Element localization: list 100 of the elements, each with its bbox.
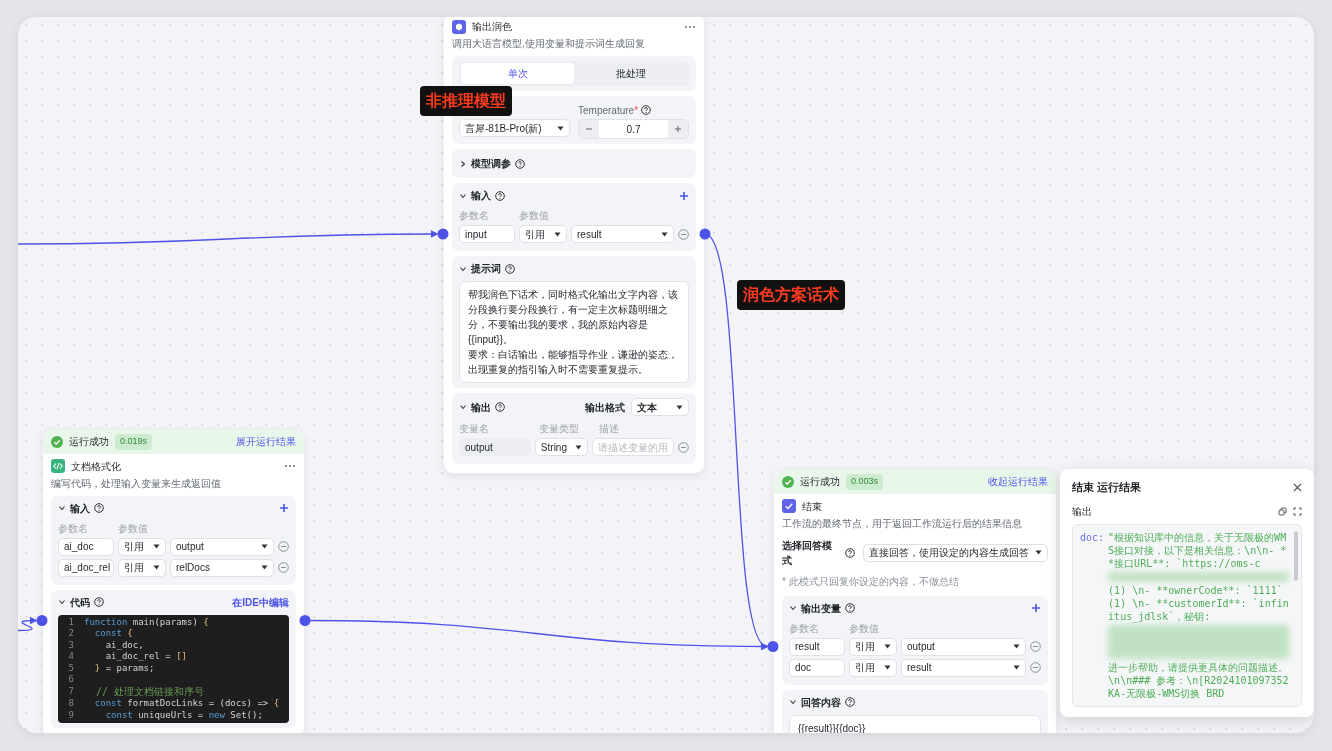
field-label: Temperature [578, 103, 635, 118]
mode-tab[interactable]: 单次 [461, 63, 574, 84]
help-icon [515, 158, 525, 169]
result-toggle-link[interactable]: 收起运行结果 [988, 474, 1048, 490]
line-number: 3 [67, 639, 75, 651]
dropdown[interactable]: result [571, 225, 674, 243]
remove-icon[interactable] [278, 562, 289, 573]
more-icon[interactable] [284, 464, 296, 468]
line-number: 7 [67, 685, 75, 698]
chevron-icon[interactable] [459, 159, 467, 168]
caret-icon [884, 644, 891, 649]
dropdown[interactable]: 引用 [118, 558, 166, 577]
mode-tab[interactable]: 批处理 [574, 63, 687, 84]
input-field[interactable]: ai_doc_rel [58, 558, 114, 577]
add-icon[interactable] [679, 190, 689, 201]
add-icon[interactable] [279, 503, 289, 513]
chevron-icon[interactable] [58, 504, 66, 512]
add-icon[interactable] [1031, 603, 1041, 613]
section-title: 提示词 [471, 262, 501, 276]
caret-icon [557, 125, 564, 131]
dropdown[interactable]: output [170, 537, 274, 556]
connection-port[interactable] [299, 615, 311, 626]
input-field[interactable]: output [459, 438, 531, 456]
close-icon[interactable] [1293, 482, 1302, 492]
caret-icon [884, 665, 891, 670]
chevron-icon[interactable] [459, 403, 467, 411]
code-line: const { [93, 628, 133, 640]
answer-field[interactable]: {{result}}{{doc}} [789, 714, 1041, 733]
remove-icon[interactable] [1030, 662, 1041, 673]
caret-icon [153, 565, 160, 570]
status-text: 运行成功 [800, 475, 840, 490]
prompt-field[interactable]: 帮我润色下话术，同时格式化输出文字内容，该分段换行要分段换行，有一定主次标题明细之分，不要输出我的要求，我的原始内容是{{input}}。 要求：白话输出，能够指导作业，谦逊的姿态，出现重复的指引输入时不需要重复提示。 [459, 281, 689, 383]
remove-icon[interactable] [678, 228, 689, 240]
line-number: 8 [67, 698, 75, 710]
caret-icon [554, 231, 561, 237]
answer-mode-dropdown[interactable]: 直接回答，使用设定的内容生成回答 [863, 543, 1048, 562]
output-key: doc: [1080, 530, 1105, 700]
format-dropdown[interactable]: 文本 [631, 398, 689, 416]
code-editor[interactable]: 1 function main(params) { 2 const { 3 ai_doc, 4 ai_doc_rel = [] 5 } = params; 6 7 // 处理文档链接和序号 8 const formatDocLinks = (docs) => { 9 const uniqueUrls = new Set(); [58, 614, 289, 723]
section-title: 输入 [471, 189, 491, 203]
caret-icon [1013, 644, 1020, 649]
connection-port[interactable] [36, 615, 48, 626]
caret-icon [575, 444, 582, 450]
connection-port[interactable] [437, 228, 449, 240]
node-icon [782, 499, 796, 513]
chevron-icon[interactable] [789, 698, 797, 706]
output-text: 进一步帮助，请提供更具体的问题描述。\n\n### 参考：\n[R2024101097352 KA-无限极-WMS切换 BRD [1108, 660, 1289, 700]
column-label: 参数名 [58, 521, 89, 536]
model-dropdown[interactable]: 言犀-81B-Pro(新) [459, 119, 570, 137]
code-line: function main(params) { [84, 616, 209, 628]
panel-title: 结束 运行结果 [1072, 480, 1142, 495]
field-label: 选择回答模式 [782, 538, 833, 568]
help-icon [94, 503, 104, 513]
more-icon[interactable] [684, 24, 696, 29]
help-icon [845, 697, 855, 707]
code-line: const formatDocLinks = (docs) => { [93, 698, 280, 710]
chevron-icon[interactable] [459, 191, 467, 200]
section-title: 输入 [70, 501, 90, 516]
chevron-icon[interactable] [459, 264, 467, 273]
scrollbar[interactable] [1294, 530, 1298, 581]
column-label: 参数值 [519, 209, 549, 223]
dropdown[interactable]: result [901, 658, 1026, 677]
connection-port[interactable] [699, 228, 711, 240]
input-field[interactable]: input [459, 225, 515, 243]
dropdown[interactable]: relDocs [170, 558, 274, 577]
status-text: 运行成功 [69, 435, 109, 450]
dropdown[interactable]: String [534, 438, 588, 456]
fullscreen-icon[interactable] [1293, 506, 1302, 516]
code-line: const uniqueUrls = new Set(); [104, 709, 263, 721]
workflow-node[interactable] [42, 429, 305, 733]
input-field[interactable]: result [789, 637, 845, 656]
remove-icon[interactable] [1030, 641, 1041, 652]
workflow-node[interactable]: 运行成功 0.003s 收起运行结果 结束 工作流的最终节点，用于返回工作流运行后的结果信息 选择回答模式 直接回答，使用设定的内容生成回答 * 此模式只回复你设定的内容，不做总结 输出变量 参数名 参数值 result 引用 output doc 引用 result 回答内容 {{result}}{{doc}} [773, 469, 1057, 733]
connection-port[interactable] [767, 641, 779, 652]
duration-badge: 0.003s [846, 474, 884, 490]
dropdown[interactable]: 引用 [118, 537, 166, 556]
caret-icon [261, 544, 268, 549]
output-text: "根据知识库中的信息，关于无限极的WMS接口对接，以下是相关信息：\n\n- **接口URL**: `https://oms-c [1108, 530, 1288, 570]
copy-icon[interactable] [1278, 506, 1287, 516]
dropdown[interactable]: 引用 [849, 658, 897, 677]
result-toggle-link[interactable]: 展开运行结果 [236, 434, 296, 450]
connector-line [18, 616, 38, 632]
remove-icon[interactable] [278, 541, 289, 552]
workflow-node[interactable] [443, 17, 705, 474]
line-number: 4 [67, 651, 75, 663]
section-title: 模型调参 [471, 157, 511, 171]
input-field[interactable]: doc [789, 658, 845, 677]
edit-link[interactable]: 在IDE中编辑 [232, 594, 289, 610]
chevron-icon[interactable] [58, 598, 66, 606]
field-label: 输出格式 [585, 400, 625, 415]
dropdown[interactable]: 引用 [849, 637, 897, 656]
input-field[interactable]: ai_doc [58, 537, 114, 556]
dropdown[interactable]: 引用 [519, 225, 567, 243]
column-label: 变量名 [459, 422, 490, 436]
remove-icon[interactable] [678, 441, 689, 453]
chevron-icon[interactable] [789, 604, 797, 612]
section-title: 回答内容 [801, 695, 841, 710]
dropdown[interactable]: output [901, 637, 1026, 656]
section-title: 代码 [70, 595, 90, 610]
help-icon [495, 190, 505, 201]
